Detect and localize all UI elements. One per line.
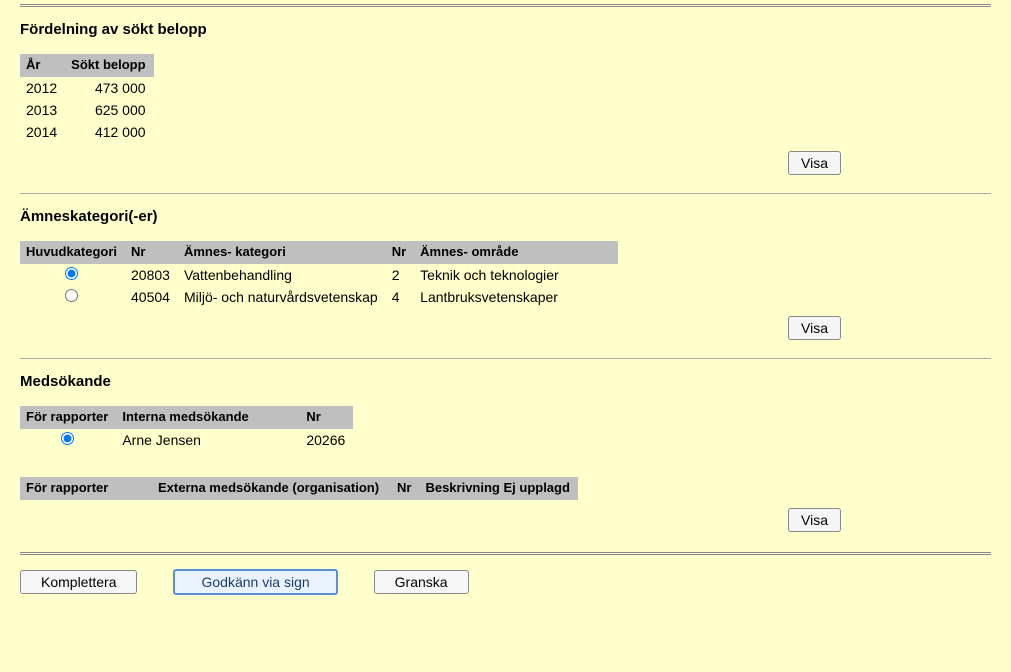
int-header-rep: För rapporter — [20, 406, 116, 429]
category-radio[interactable] — [65, 267, 78, 280]
ext-header-rep: För rapporter — [20, 477, 152, 500]
ext-header-org: Externa medsökande (organisation) — [152, 477, 391, 500]
table-row: Arne Jensen 20266 — [20, 429, 353, 451]
show-button-category[interactable]: Visa — [788, 316, 841, 340]
complete-button[interactable]: Komplettera — [20, 570, 137, 594]
table-row: 40504 Miljö- och naturvårdsvetenskap 4 L… — [20, 286, 618, 308]
table-row: 2012 473 000 — [20, 77, 154, 99]
table-row: 2013 625 000 — [20, 99, 154, 121]
cat-nr2: 4 — [386, 286, 414, 308]
cat-area: Teknik och teknologier — [414, 264, 618, 286]
table-row: 20803 Vattenbehandling 2 Teknik och tekn… — [20, 264, 618, 286]
amount-header-amount: Sökt belopp — [65, 54, 153, 77]
external-coapplicant-table: För rapporter Externa medsökande (organi… — [20, 477, 578, 500]
section-title-category: Ämneskategori(-er) — [20, 208, 991, 225]
amount-cell: 412 000 — [65, 121, 153, 143]
show-button-amount[interactable]: Visa — [788, 151, 841, 175]
category-table: Huvudkategori Nr Ämnes- kategori Nr Ämne… — [20, 241, 618, 308]
section-title-amount: Fördelning av sökt belopp — [20, 21, 991, 38]
category-radio[interactable] — [65, 289, 78, 302]
approve-button[interactable]: Godkänn via sign — [173, 569, 337, 595]
review-button[interactable]: Granska — [374, 570, 469, 594]
int-header-name: Interna medsökande — [116, 406, 300, 429]
section-title-coapplicant: Medsökande — [20, 373, 991, 390]
int-name: Arne Jensen — [116, 429, 300, 451]
cat-name: Miljö- och naturvårdsvetenskap — [178, 286, 386, 308]
cat-header-main: Huvudkategori — [20, 241, 125, 264]
cat-nr1: 20803 — [125, 264, 178, 286]
amount-header-year: År — [20, 54, 65, 77]
cat-header-nr1: Nr — [125, 241, 178, 264]
internal-coapplicant-table: För rapporter Interna medsökande Nr Arne… — [20, 406, 353, 451]
show-button-coapplicant[interactable]: Visa — [788, 508, 841, 532]
ext-header-nr: Nr — [391, 477, 419, 500]
cat-header-nr2: Nr — [386, 241, 414, 264]
divider — [20, 193, 991, 194]
ext-header-desc: Beskrivning Ej upplagd — [419, 477, 577, 500]
amount-cell: 625 000 — [65, 99, 153, 121]
cat-header-cat: Ämnes- kategori — [178, 241, 386, 264]
cat-area: Lantbruksvetenskaper — [414, 286, 618, 308]
cat-nr2: 2 — [386, 264, 414, 286]
bottom-action-bar: Komplettera Godkänn via sign Granska — [20, 552, 991, 595]
int-nr: 20266 — [300, 429, 353, 451]
year-cell: 2013 — [20, 99, 65, 121]
cat-header-area: Ämnes- område — [414, 241, 618, 264]
cat-nr1: 40504 — [125, 286, 178, 308]
cat-name: Vattenbehandling — [178, 264, 386, 286]
year-cell: 2014 — [20, 121, 65, 143]
divider — [20, 358, 991, 359]
top-divider — [20, 4, 991, 7]
int-header-nr: Nr — [300, 406, 353, 429]
year-cell: 2012 — [20, 77, 65, 99]
internal-radio[interactable] — [61, 432, 74, 445]
amount-cell: 473 000 — [65, 77, 153, 99]
amount-table: År Sökt belopp 2012 473 000 2013 625 000… — [20, 54, 154, 143]
table-row: 2014 412 000 — [20, 121, 154, 143]
